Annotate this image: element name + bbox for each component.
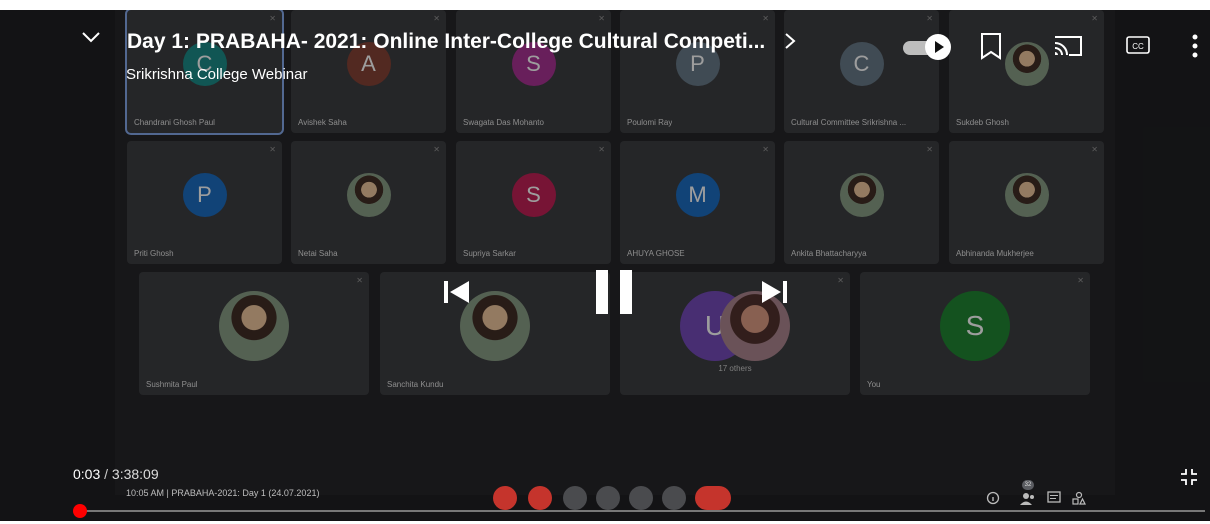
- mic-off-button: [493, 486, 517, 510]
- mic-muted-icon: ✕: [598, 145, 605, 154]
- chevron-down-icon[interactable]: [81, 30, 101, 44]
- activities-icon: [1072, 491, 1086, 505]
- participant-name: Swagata Das Mohanto: [463, 118, 544, 127]
- participant-name: Sushmita Paul: [146, 380, 198, 389]
- chat-icon: [1047, 491, 1061, 503]
- mic-muted-icon: ✕: [926, 145, 933, 154]
- participant-tile: Netai Saha ✕: [291, 141, 446, 264]
- exit-fullscreen-icon[interactable]: [1180, 468, 1198, 486]
- participant-name: Priti Ghosh: [134, 249, 174, 258]
- participant-tile: Sanchita Kundu✕: [380, 272, 610, 395]
- video-title[interactable]: Day 1: PRABAHA- 2021: Online Inter-Colle…: [127, 30, 797, 54]
- meeting-info: 10:05 AM | PRABAHA-2021: Day 1 (24.07.20…: [126, 488, 320, 498]
- participant-name: Cultural Committee Srikrishna ...: [791, 118, 907, 127]
- participant-name: Avishek Saha: [298, 118, 347, 127]
- participant-photo: [839, 172, 884, 217]
- pause-icon[interactable]: [594, 268, 634, 316]
- closed-captions-icon[interactable]: CC: [1126, 35, 1150, 55]
- participant-photo: [1004, 172, 1049, 217]
- more-vert-icon[interactable]: [1190, 33, 1200, 59]
- cast-icon[interactable]: [1053, 34, 1083, 58]
- skip-next-icon[interactable]: [760, 278, 790, 306]
- autoplay-toggle-icon: [925, 34, 951, 60]
- mic-muted-icon: ✕: [433, 145, 440, 154]
- mic-muted-icon: ✕: [837, 276, 844, 285]
- info-icon: [986, 491, 1000, 505]
- skip-previous-icon[interactable]: [441, 278, 471, 306]
- chevron-right-icon[interactable]: [783, 32, 797, 50]
- participant-tile: S You ✕: [860, 272, 1090, 395]
- participant-tile: M AHUYA GHOSE ✕: [620, 141, 775, 264]
- mic-muted-icon: ✕: [356, 276, 363, 285]
- others-count: 17 others: [718, 363, 752, 373]
- participant-name: Chandrani Ghosh Paul: [134, 118, 215, 127]
- mic-muted-icon: ✕: [762, 145, 769, 154]
- participant-avatar: P: [182, 172, 227, 217]
- mic-muted-icon: ✕: [1091, 145, 1098, 154]
- participant-avatar: S: [940, 290, 1010, 361]
- scrubber-handle[interactable]: [73, 504, 87, 518]
- time-display: 0:03 / 3:38:09: [73, 466, 159, 482]
- participant-tile: S Supriya Sarkar ✕: [456, 141, 611, 264]
- participant-photo: [346, 172, 391, 217]
- participant-tile: U 17 others ✕: [620, 272, 850, 395]
- participant-name: Abhinanda Mukherjee: [956, 249, 1034, 258]
- camera-off-button: [528, 486, 552, 510]
- participant-avatar: M: [675, 172, 720, 217]
- meet-more-button: [662, 486, 686, 510]
- present-button: [629, 486, 653, 510]
- participant-tile: Abhinanda Mukherjee ✕: [949, 141, 1104, 264]
- participant-name: You: [867, 380, 881, 389]
- participant-name: Netai Saha: [298, 249, 338, 258]
- raise-hand-button: [596, 486, 620, 510]
- progress-track[interactable]: [80, 510, 1205, 512]
- participant-name: AHUYA GHOSE: [627, 249, 685, 258]
- svg-text:CC: CC: [1132, 42, 1144, 51]
- channel-name[interactable]: Srikrishna College Webinar: [126, 66, 307, 83]
- participant-tile: P Priti Ghosh ✕: [127, 141, 282, 264]
- mic-muted-icon: ✕: [1077, 276, 1084, 285]
- participant-count-badge: 32: [1022, 480, 1034, 490]
- participant-name: Poulomi Ray: [627, 118, 673, 127]
- captions-button: [563, 486, 587, 510]
- leave-call-button: [695, 486, 731, 510]
- video-player[interactable]: C Chandrani Ghosh Paul ✕ A Avishek Saha ✕ S Swa…: [0, 10, 1210, 521]
- mic-muted-icon: ✕: [269, 145, 276, 154]
- save-to-playlist-icon[interactable]: [979, 32, 1003, 60]
- autoplay-toggle[interactable]: [903, 34, 953, 60]
- participant-avatar: S: [511, 172, 556, 217]
- participant-tile: Sushmita Paul ✕: [139, 272, 369, 395]
- participant-name: Sanchita Kundu: [387, 380, 444, 389]
- people-icon: 32: [1017, 480, 1039, 508]
- participant-photo: [219, 290, 289, 361]
- participant-name: Ankita Bhattacharyya: [791, 249, 867, 258]
- participant-name: Sukdeb Ghosh: [956, 118, 1009, 127]
- participant-name: Supriya Sarkar: [463, 249, 516, 258]
- participant-tile: Ankita Bhattacharyya ✕: [784, 141, 939, 264]
